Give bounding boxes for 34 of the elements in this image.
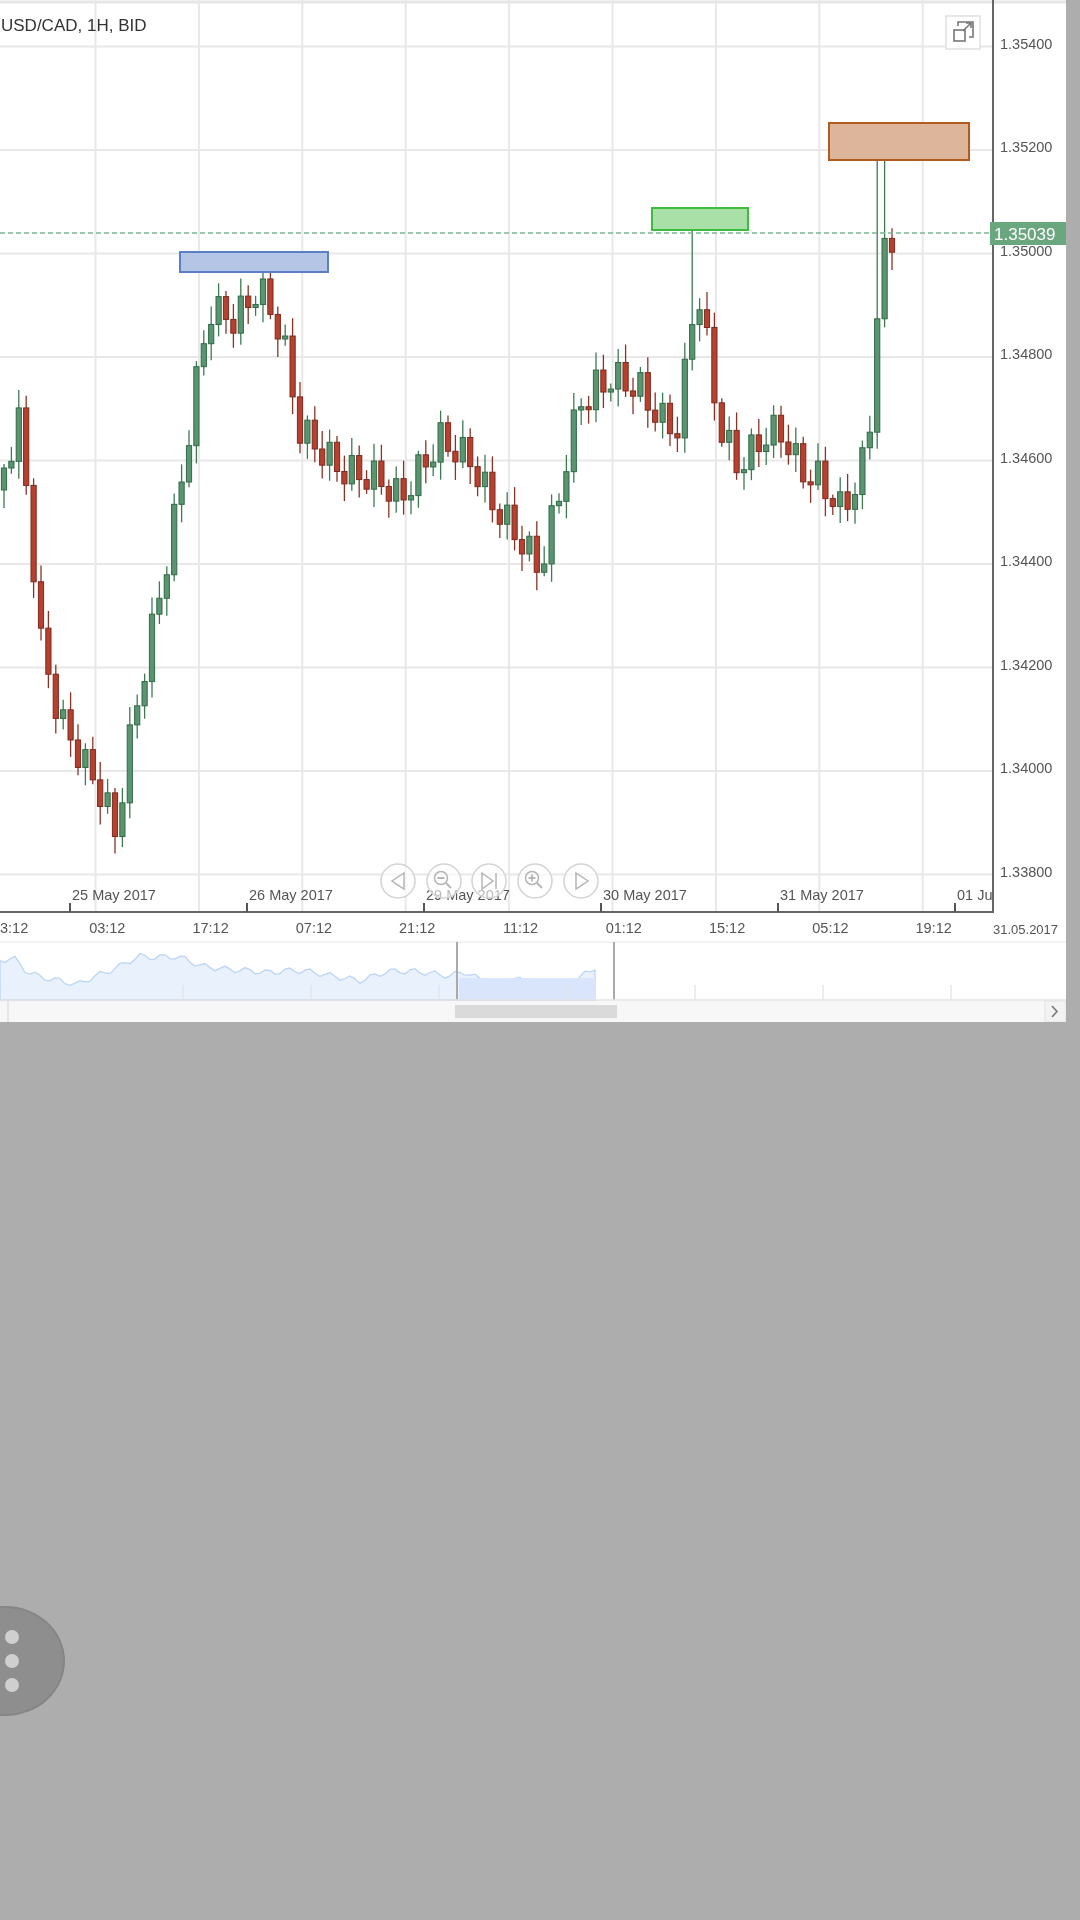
time-axis-label: 03:12 [89, 920, 126, 936]
price-axis-label: 1.34200 [1000, 656, 1053, 673]
expand-button[interactable] [945, 15, 981, 50]
scrollbar-thumb[interactable] [455, 1005, 617, 1018]
time-axis-label: 21:12 [399, 920, 436, 936]
date-axis-label: 25 May 2017 [72, 887, 156, 903]
time-axis-label: 3:12 [0, 920, 29, 936]
price-axis-label: 1.34600 [1000, 449, 1053, 466]
time-axis-label: 07:12 [295, 920, 333, 936]
price-axis-label: 1.34400 [1000, 553, 1053, 569]
price-axis-label: 1.35400 [1000, 35, 1053, 52]
zoom-in-button[interactable] [517, 863, 553, 899]
time-axis-label: 11:12 [502, 920, 539, 936]
price-axis-label: 1.34800 [1000, 346, 1053, 362]
price-axis-label: 1.34000 [1000, 760, 1053, 776]
scroll-right-button[interactable] [563, 863, 599, 899]
date-label: 31.05.2017 [993, 922, 1059, 937]
scroll-right-button[interactable] [1044, 1000, 1066, 1022]
date-axis-label: 01 Ju [957, 887, 993, 903]
price-axis-label: 1.35200 [1000, 139, 1053, 155]
time-axis-label: 17:12 [192, 920, 229, 936]
date-axis-label: 26 May 2017 [249, 887, 333, 903]
time-axis-label: 19:12 [915, 920, 952, 936]
time-axis-label: 01:12 [605, 920, 642, 936]
chart-title: USD/CAD, 1H, BID [1, 16, 147, 35]
price-axis-label: 1.35000 [1000, 242, 1053, 259]
current-price-tag: 1.35039 [990, 222, 1066, 245]
more-vertical-icon [4, 1629, 20, 1693]
time-axis-label: 05:12 [812, 920, 849, 936]
scroll-left-button[interactable] [380, 863, 416, 899]
price-axis-label: 1.33800 [1000, 863, 1053, 880]
date-axis-label: 30 May 2017 [603, 887, 687, 903]
date-axis-label: 31 May 2017 [780, 887, 864, 903]
time-axis-label: 15:12 [708, 920, 746, 936]
